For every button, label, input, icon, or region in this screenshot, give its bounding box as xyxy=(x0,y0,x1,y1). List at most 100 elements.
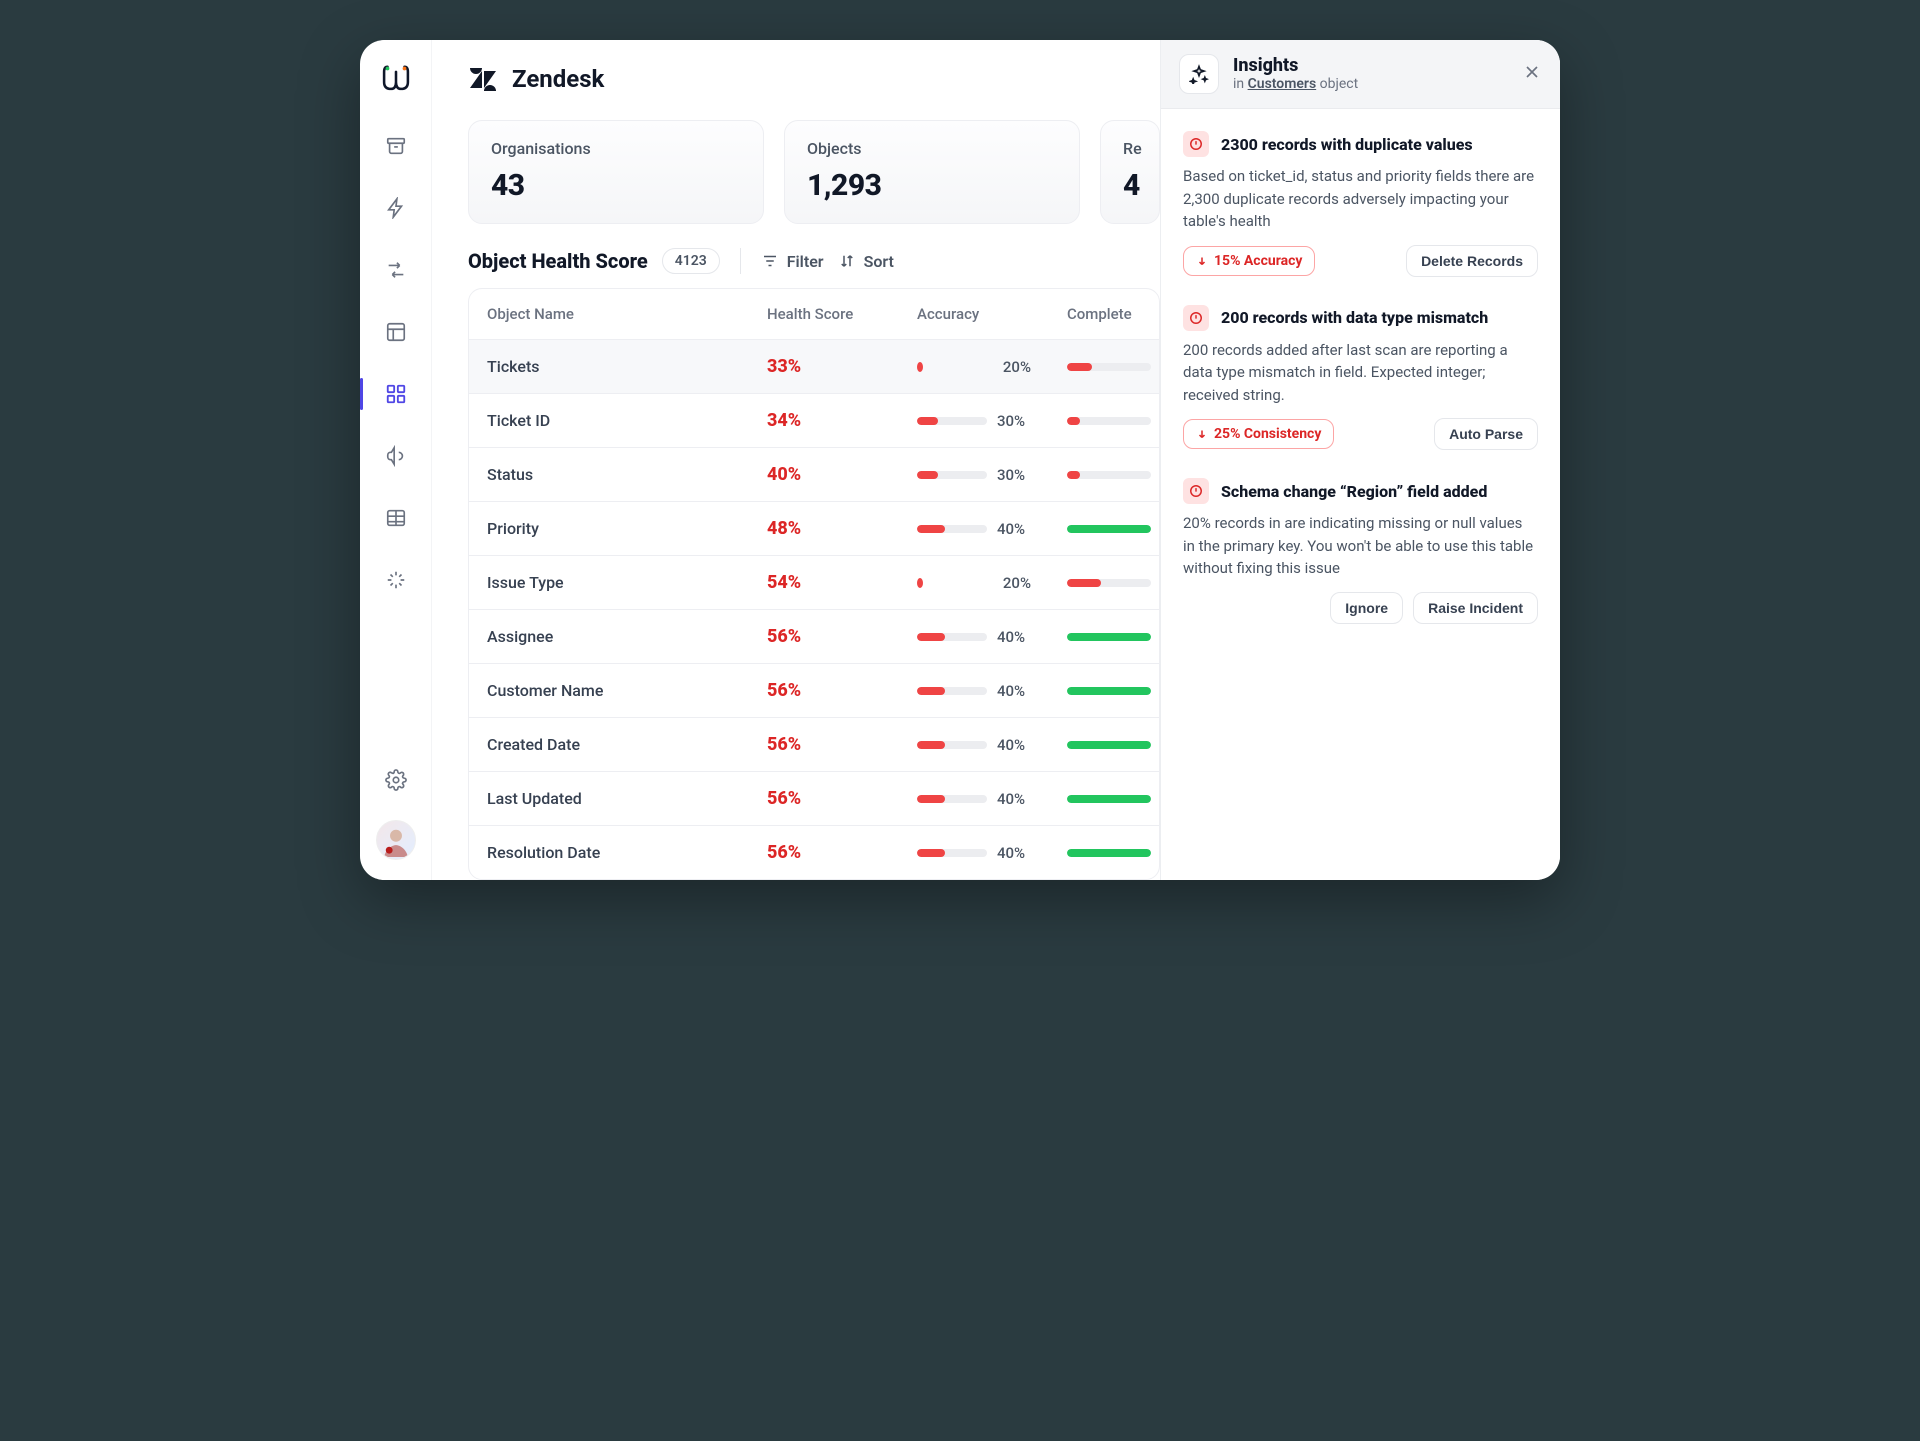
table-row[interactable]: Last Updated56%40% xyxy=(469,772,1159,826)
cell-completeness xyxy=(1049,563,1160,603)
table-row[interactable]: Priority48%40% xyxy=(469,502,1159,556)
nav-settings[interactable] xyxy=(374,758,418,802)
panel-title: Insights xyxy=(1233,56,1358,76)
cell-completeness xyxy=(1049,833,1160,873)
insights-panel: Insights in Customers object 2300 record… xyxy=(1160,40,1560,880)
raise-incident-button[interactable]: Raise Incident xyxy=(1413,592,1538,624)
panel-object-link[interactable]: Customers xyxy=(1248,76,1317,92)
cell-health-score: 34% xyxy=(749,394,899,447)
cell-completeness xyxy=(1049,617,1160,657)
cell-health-score: 40% xyxy=(749,448,899,501)
cell-object-name: Ticket ID xyxy=(469,395,749,446)
cell-health-score: 56% xyxy=(749,718,899,771)
stat-card-partial: Re 4 xyxy=(1100,120,1160,224)
cell-accuracy: 40% xyxy=(899,612,1049,662)
arrow-down-icon xyxy=(1196,255,1208,267)
cell-accuracy: 40% xyxy=(899,720,1049,770)
nav-flows[interactable] xyxy=(374,248,418,292)
nav-layout[interactable] xyxy=(374,310,418,354)
table-row[interactable]: Created Date56%40% xyxy=(469,718,1159,772)
cell-completeness xyxy=(1049,779,1160,819)
ignore-button[interactable]: Ignore xyxy=(1330,592,1403,624)
metric-pill: 15% Accuracy xyxy=(1183,246,1315,276)
table-row[interactable]: Customer Name56%40% xyxy=(469,664,1159,718)
nav-table[interactable] xyxy=(374,496,418,540)
cell-completeness xyxy=(1049,401,1160,441)
cell-object-name: Customer Name xyxy=(469,665,749,716)
cell-health-score: 48% xyxy=(749,502,899,555)
cell-accuracy: 30% xyxy=(899,450,1049,500)
nav-insights[interactable] xyxy=(374,558,418,602)
cell-completeness xyxy=(1049,455,1160,495)
gear-icon xyxy=(385,769,407,791)
page-title: Zendesk xyxy=(512,65,604,93)
stat-label: Organisations xyxy=(491,139,741,158)
cell-object-name: Tickets xyxy=(469,341,749,392)
cell-accuracy: 30% xyxy=(899,396,1049,446)
col-completeness: Complete xyxy=(1049,289,1160,339)
alert-icon xyxy=(1183,131,1209,157)
close-icon xyxy=(1522,62,1542,82)
cell-health-score: 54% xyxy=(749,556,899,609)
metric-pill: 25% Consistency xyxy=(1183,419,1334,449)
cell-object-name: Last Updated xyxy=(469,773,749,824)
nav-dashboard[interactable] xyxy=(374,372,418,416)
cell-object-name: Issue Type xyxy=(469,557,749,608)
insight-action-button[interactable]: Delete Records xyxy=(1406,245,1538,277)
count-chip: 4123 xyxy=(662,248,720,274)
stat-card-objects: Objects 1,293 xyxy=(784,120,1080,224)
cell-health-score: 56% xyxy=(749,772,899,825)
table-row[interactable]: Status40%30% xyxy=(469,448,1159,502)
nav-activity[interactable] xyxy=(374,186,418,230)
table-row[interactable]: Resolution Date56%40% xyxy=(469,826,1159,879)
table-row[interactable]: Assignee56%40% xyxy=(469,610,1159,664)
col-object-name: Object Name xyxy=(469,289,749,339)
lightning-icon xyxy=(385,197,407,219)
alert-icon xyxy=(1183,478,1209,504)
cell-accuracy: 40% xyxy=(899,504,1049,554)
sparkle-icon xyxy=(385,569,407,591)
filter-button[interactable]: Filter xyxy=(761,252,824,271)
cell-accuracy: 40% xyxy=(899,828,1049,878)
cell-accuracy: 20% xyxy=(899,342,1049,392)
nav-announce[interactable] xyxy=(374,434,418,478)
insight-title: 200 records with data type mismatch xyxy=(1221,308,1488,327)
avatar[interactable] xyxy=(376,820,416,860)
insight-title: 2300 records with duplicate values xyxy=(1221,135,1473,154)
cell-completeness xyxy=(1049,509,1160,549)
cell-object-name: Priority xyxy=(469,503,749,554)
col-health-score: Health Score xyxy=(749,289,899,339)
sparkle-icon xyxy=(1179,54,1219,94)
stat-value: 4 xyxy=(1123,168,1137,203)
app-logo xyxy=(379,60,413,94)
sort-button[interactable]: Sort xyxy=(838,252,894,271)
alert-icon xyxy=(1183,305,1209,331)
layout-icon xyxy=(385,321,407,343)
cell-object-name: Created Date xyxy=(469,719,749,770)
divider xyxy=(740,248,741,274)
cell-accuracy: 40% xyxy=(899,774,1049,824)
nav-archive[interactable] xyxy=(374,124,418,168)
cell-completeness xyxy=(1049,725,1160,765)
table-icon xyxy=(385,507,407,529)
app-window: Zendesk Organisations 43 Objects 1,293 R… xyxy=(360,40,1560,880)
section-title: Object Health Score xyxy=(468,249,648,273)
insight-action-button[interactable]: Auto Parse xyxy=(1434,418,1538,450)
insight-card: 2300 records with duplicate valuesBased … xyxy=(1183,131,1538,277)
table-row[interactable]: Ticket ID34%30% xyxy=(469,394,1159,448)
close-button[interactable] xyxy=(1522,62,1542,86)
col-accuracy: Accuracy xyxy=(899,289,1049,339)
arrows-icon xyxy=(385,259,407,281)
cell-completeness xyxy=(1049,671,1160,711)
section-toolbar: Object Health Score 4123 Filter Sort xyxy=(468,248,1160,274)
archive-icon xyxy=(385,135,407,157)
table-row[interactable]: Issue Type54%20% xyxy=(469,556,1159,610)
table-row[interactable]: Tickets33%20% xyxy=(469,340,1159,394)
sidebar xyxy=(360,40,432,880)
page-header: Zendesk xyxy=(468,64,1160,94)
grid-icon xyxy=(385,383,407,405)
cell-health-score: 56% xyxy=(749,826,899,879)
panel-subtitle: in Customers object xyxy=(1233,76,1358,92)
filter-label: Filter xyxy=(787,252,824,271)
insight-card: Schema change “Region” field added20% re… xyxy=(1183,478,1538,624)
